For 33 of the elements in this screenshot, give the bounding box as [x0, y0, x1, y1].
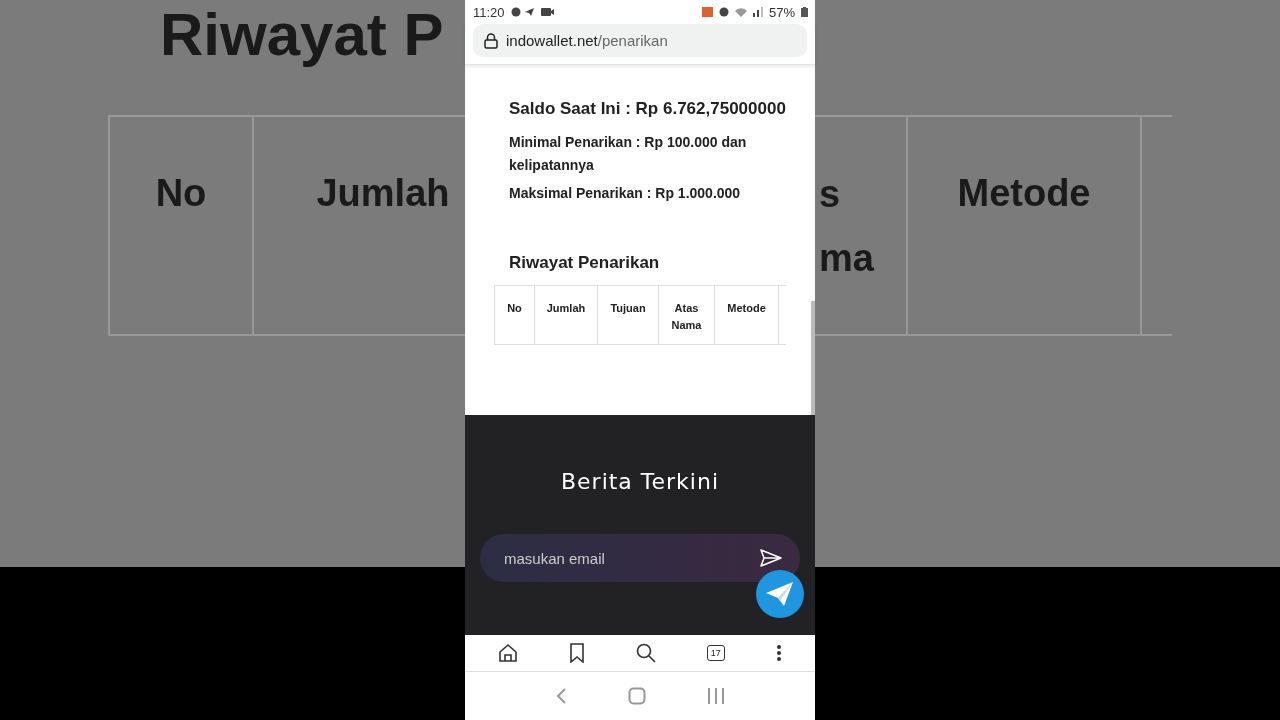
table-header: No — [495, 286, 535, 344]
scrollbar[interactable] — [811, 301, 815, 416]
table-header: Tujuan — [598, 286, 659, 344]
blurred-table-cell: No — [110, 117, 254, 334]
footer-title: Berita Terkini — [560, 469, 720, 494]
notification-icons — [510, 7, 555, 17]
status-time: 11:20 — [473, 4, 505, 20]
home-icon[interactable] — [498, 643, 519, 663]
blurred-text: ma — [819, 236, 874, 280]
blurred-table-cell: Metode — [908, 117, 1142, 334]
recent-apps-icon[interactable] — [706, 688, 725, 704]
wifi-icon — [734, 7, 747, 17]
search-icon[interactable] — [636, 643, 656, 663]
bookmark-icon[interactable] — [569, 643, 586, 663]
back-icon[interactable] — [555, 687, 568, 705]
tabs-button[interactable]: 17 — [706, 645, 725, 661]
url-text: indowallet.net/penarikan — [506, 32, 668, 49]
send-icon[interactable] — [760, 549, 782, 567]
table-header: Jumlah — [535, 286, 598, 344]
table-header: Atas Nama — [659, 286, 715, 344]
telegram-button[interactable] — [755, 569, 805, 619]
blurred-heading: Riwayat P — [160, 0, 444, 70]
lock-icon — [484, 32, 498, 49]
menu-icon[interactable] — [775, 644, 782, 662]
battery-icon — [801, 7, 808, 17]
balance-text: Saldo Saat Ini : Rp 6.762,75000000 — [509, 99, 787, 119]
email-field[interactable]: masukan email — [480, 534, 800, 582]
address-bar[interactable]: indowallet.net/penarikan — [473, 24, 807, 57]
home-button-icon[interactable] — [628, 687, 646, 705]
battery-level: 57% — [768, 4, 795, 20]
table-header: Metode — [715, 286, 779, 344]
blurred-text: s — [819, 172, 841, 216]
signal-icon — [752, 7, 763, 17]
